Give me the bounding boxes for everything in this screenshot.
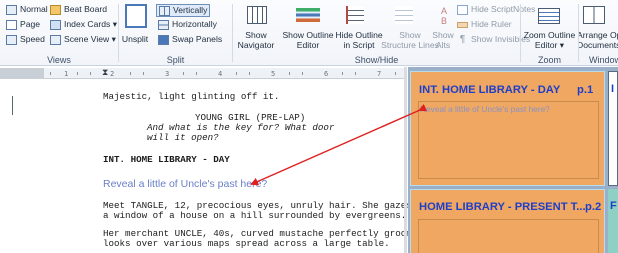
- views-group-label: Views: [47, 55, 71, 65]
- zoom-group: Zoom Outline Editor ▾ Zoom: [521, 0, 578, 66]
- ruler-tick: [183, 72, 184, 75]
- showhide-group-label: Show/Hide: [354, 55, 399, 65]
- action-line[interactable]: Majestic, light glinting off it.: [103, 92, 279, 102]
- beat-board-button[interactable]: Beat Board: [50, 4, 107, 15]
- arrange-open-documents-button[interactable]: Arrange Open Documents ▾: [579, 30, 618, 50]
- card-body-box[interactable]: [418, 219, 599, 253]
- ruler-tick: [50, 72, 51, 75]
- card-title: I: [611, 83, 615, 95]
- ruler-tick: [143, 72, 144, 75]
- pilcrow-icon: ¶: [459, 34, 466, 45]
- index-card-partial[interactable]: F: [608, 189, 618, 253]
- card-body-text: Reveal a little of Uncle's past here?: [420, 104, 550, 114]
- unsplit-button[interactable]: Unsplit: [117, 34, 153, 44]
- ruler-mark: 7: [377, 70, 382, 78]
- zoom-outline-editor-button[interactable]: Zoom Outline Editor ▾: [521, 30, 578, 50]
- navigator-icon: [247, 6, 267, 24]
- card-title: HOME LIBRARY - PRESENT T...: [419, 201, 586, 213]
- split-vertically-button[interactable]: Vertically: [156, 4, 211, 17]
- ruler-tick: [302, 72, 303, 75]
- action-line[interactable]: a window of a house on a hill surrounded…: [103, 211, 406, 221]
- structure-lines-icon: [395, 6, 413, 24]
- scriptnote[interactable]: Reveal a little of Uncle's past here?: [103, 178, 267, 190]
- ruler-mark: 1: [64, 70, 69, 78]
- scene-heading[interactable]: INT. HOME LIBRARY - DAY: [103, 155, 230, 165]
- ruler-tick: [289, 72, 290, 75]
- split-horizontal-icon: [158, 19, 169, 30]
- zoom-outline-icon: [538, 8, 560, 24]
- ruler-tick: [77, 72, 78, 75]
- split-group: Unsplit Vertically Horizontally Swap Pan…: [119, 0, 232, 66]
- alts-icon: AB: [440, 6, 447, 26]
- card-page-number: p.2: [585, 201, 602, 213]
- ruler-tick: [395, 72, 396, 75]
- normal-view-button[interactable]: Normal: [6, 4, 48, 15]
- card-page-number: p.1: [577, 84, 594, 96]
- ruler-icon: [457, 21, 468, 28]
- ruler-tick: [249, 72, 250, 75]
- swap-panels-button[interactable]: Swap Panels: [158, 34, 222, 45]
- speed-view-icon: [6, 34, 17, 45]
- ruler-mark: 2: [110, 70, 115, 78]
- ruler-tick: [130, 72, 131, 75]
- index-card[interactable]: HOME LIBRARY - PRESENT T... p.2: [410, 189, 605, 253]
- ruler-tick: [90, 72, 91, 75]
- speed-view-button[interactable]: Speed: [6, 34, 45, 45]
- scriptnote-icon: [457, 4, 468, 15]
- window-group-label: Window: [589, 55, 618, 65]
- ruler-margin: [0, 68, 44, 79]
- swap-panels-icon: [158, 34, 169, 45]
- split-vertical-icon: [159, 5, 170, 16]
- zoom-group-label: Zoom: [537, 55, 561, 65]
- index-cards-panel: INT. HOME LIBRARY - DAY p.1 Reveal a lit…: [408, 67, 618, 253]
- views-group: Normal Page Speed Beat Board Index Cards…: [0, 0, 118, 66]
- split-horizontally-button[interactable]: Horizontally: [158, 19, 217, 30]
- outline-in-script-icon: [346, 6, 364, 24]
- hide-outline-in-script-button[interactable]: Hide Outline in Script: [335, 30, 383, 50]
- action-line[interactable]: looks over various maps spread across a …: [103, 239, 390, 249]
- beat-board-icon: [50, 4, 61, 15]
- page-view-icon: [6, 19, 17, 30]
- indent-marker-icon[interactable]: ⧗: [102, 67, 108, 78]
- ruler-tick: [196, 72, 197, 75]
- index-card[interactable]: INT. HOME LIBRARY - DAY p.1 Reveal a lit…: [410, 71, 605, 186]
- panel-divider[interactable]: [404, 67, 407, 253]
- split-group-label: Split: [166, 55, 185, 65]
- window-group: Arrange Open Documents ▾ Window: [579, 0, 618, 66]
- dialogue-line[interactable]: will it open?: [147, 133, 219, 143]
- ruler-mark: 5: [271, 70, 276, 78]
- ruler[interactable]: 1 2 3 4 5 6 7 ⧗: [0, 67, 404, 79]
- arrange-windows-icon: [583, 6, 605, 24]
- normal-view-icon: [6, 4, 17, 15]
- page-view-button[interactable]: Page: [6, 19, 40, 30]
- outline-editor-icon: [296, 8, 320, 22]
- ruler-mark: 6: [324, 70, 329, 78]
- showhide-group: Show Navigator Show Outline Editor Hide …: [233, 0, 536, 66]
- ruler-tick: [236, 72, 237, 75]
- hide-ruler-button[interactable]: Hide Ruler: [457, 19, 512, 30]
- index-cards-icon: [50, 19, 61, 30]
- show-navigator-button[interactable]: Show Navigator: [233, 30, 279, 50]
- index-card-partial[interactable]: I: [608, 71, 618, 186]
- show-outline-editor-button[interactable]: Show Outline Editor: [279, 30, 337, 50]
- index-cards-button[interactable]: Index Cards ▾: [50, 19, 117, 30]
- scene-view-button[interactable]: Scene View ▾: [50, 34, 116, 45]
- show-alts-button[interactable]: Show Alts: [430, 30, 456, 50]
- scene-view-icon: [50, 34, 61, 45]
- card-title: F: [610, 200, 617, 212]
- ruler-tick: [342, 72, 343, 75]
- ruler-mark: 3: [165, 70, 170, 78]
- unsplit-icon: [125, 4, 147, 28]
- card-title: INT. HOME LIBRARY - DAY: [419, 84, 561, 96]
- ruler-mark: 4: [218, 70, 223, 78]
- card-body-box[interactable]: Reveal a little of Uncle's past here?: [418, 101, 599, 179]
- text-cursor: [12, 96, 13, 115]
- ribbon: Normal Page Speed Beat Board Index Cards…: [0, 0, 618, 66]
- ruler-tick: [355, 72, 356, 75]
